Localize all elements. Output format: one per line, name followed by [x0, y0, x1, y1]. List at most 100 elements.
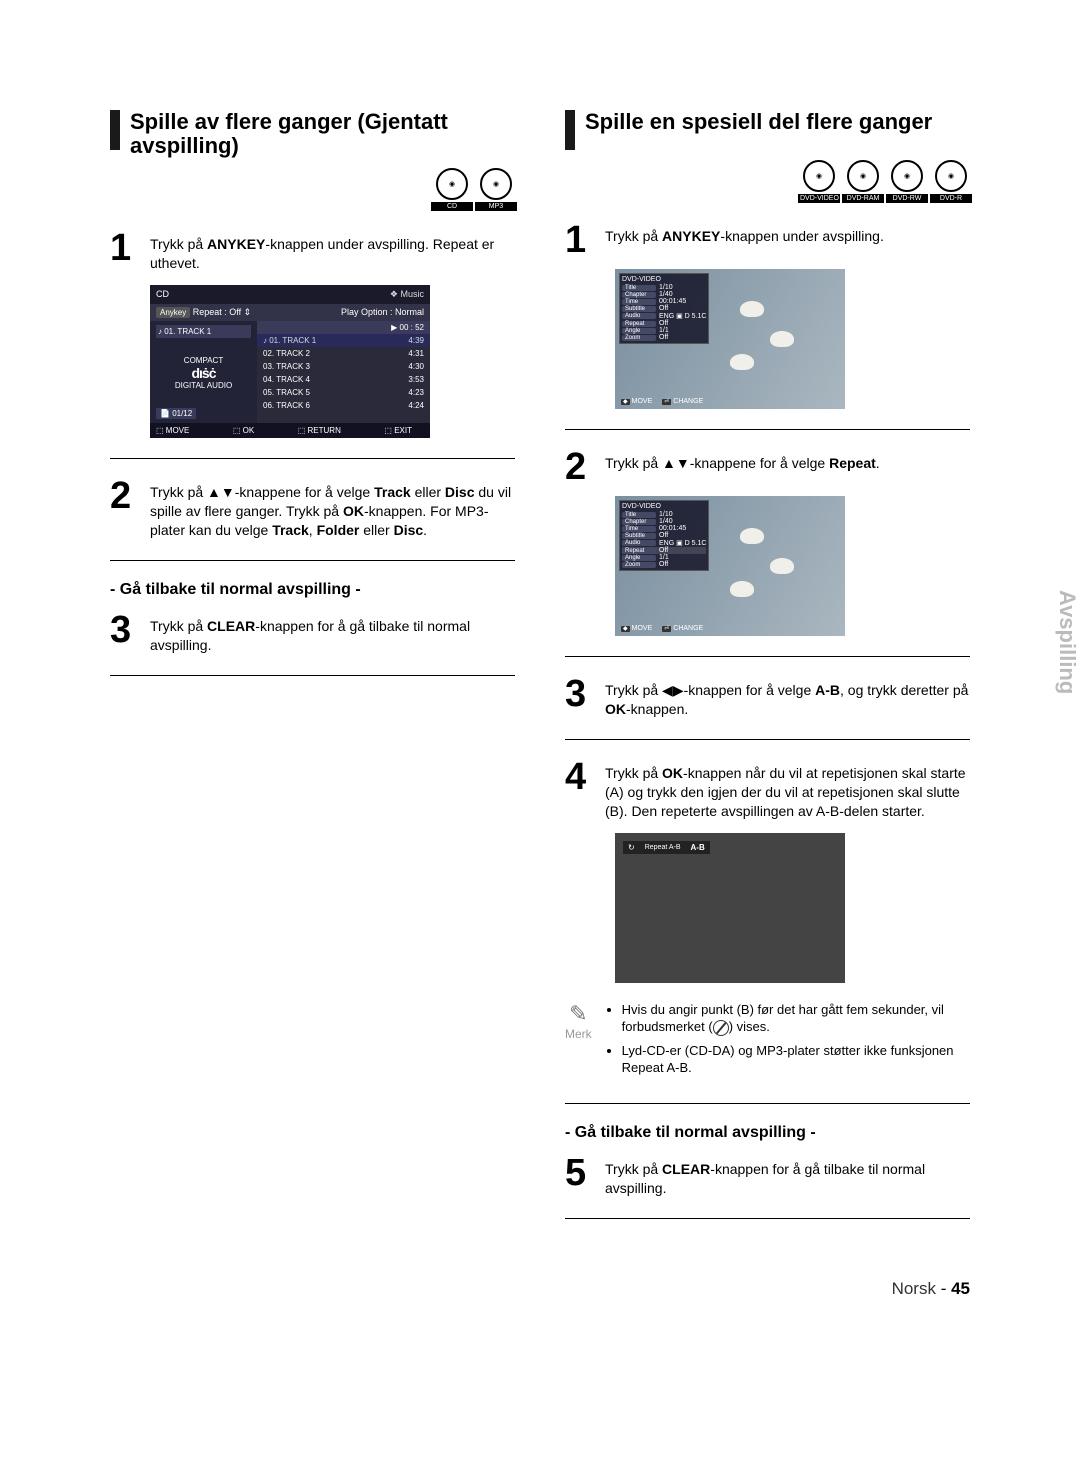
left-title-row: Spille av flere ganger (Gjentatt avspill…: [110, 110, 515, 158]
step-number: 5: [565, 1156, 595, 1198]
disc-badge: ◉ MP3: [477, 168, 515, 211]
step-number: 2: [565, 450, 595, 484]
osd-header-left: CD: [156, 289, 169, 300]
divider: [565, 1103, 970, 1104]
cd-logo-icon: COMPACTdıṡċDIGITAL AUDIO: [156, 356, 251, 390]
divider: [565, 1218, 970, 1219]
step-3: 3 Trykk på ◀▶-knappen for å velge A-B, o…: [565, 677, 970, 719]
step-number: 1: [565, 223, 595, 257]
disc-label: DVD-VIDEO: [798, 194, 840, 203]
disc-badge: ◉ DVD-VIDEO: [800, 160, 838, 203]
step-text: Trykk på ANYKEY-knappen under avspilling…: [605, 223, 884, 257]
track-count: 📄 01/12: [156, 408, 196, 419]
disc-label: DVD-RAM: [842, 194, 884, 203]
disc-icon: ◉: [480, 168, 512, 200]
section-mark-icon: [565, 110, 575, 150]
left-column: Spille av flere ganger (Gjentatt avspill…: [110, 110, 515, 1239]
subheading-return: - Gå tilbake til normal avspilling -: [110, 581, 515, 599]
repeat-label: Repeat : Off: [193, 307, 241, 317]
track-row: ♪ 01. TRACK 14:39: [257, 334, 430, 347]
repeat-ab-pill: ↻ Repeat A-B A-B: [623, 841, 710, 854]
disc-label: CD: [431, 202, 473, 211]
side-tab: Avspilling: [1042, 590, 1080, 760]
disc-icon: ◉: [803, 160, 835, 192]
note-block: ✎ Merk Hvis du angir punkt (B) før det h…: [565, 1001, 970, 1083]
left-title: Spille av flere ganger (Gjentatt avspill…: [130, 110, 515, 158]
bird-icon: [770, 558, 794, 574]
divider: [110, 675, 515, 676]
divider: [110, 458, 515, 459]
step-1: 1 Trykk på ANYKEY-knappen under avspilli…: [565, 223, 970, 257]
track-row: 06. TRACK 64:24: [257, 399, 430, 412]
info-panel-header: DVD-VIDEO: [622, 276, 706, 283]
bird-icon: [770, 331, 794, 347]
right-title: Spille en spesiell del flere ganger: [585, 110, 932, 134]
step-text: Trykk på ANYKEY-knappen under avspilling…: [150, 231, 515, 273]
divider: [565, 429, 970, 430]
disc-badge: ◉ DVD-R: [932, 160, 970, 203]
step-number: 1: [110, 231, 140, 273]
step-text: Trykk på ▲▼-knappene for å velge Repeat.: [605, 450, 880, 484]
osd-footer: ⬚ MOVE ⬚ OK ⬚ RETURN ⬚ EXIT: [150, 423, 430, 438]
dvd-osd-screenshot-2: DVD-VIDEO Title1/10 Chapter1/40 Time00:0…: [615, 496, 845, 636]
step-text: Trykk på OK-knappen når du vil at repeti…: [605, 760, 970, 821]
disc-label: MP3: [475, 202, 517, 211]
page-footer: Norsk - 45: [110, 1279, 970, 1299]
disc-badge: ◉ CD: [433, 168, 471, 211]
info-panel: DVD-VIDEO Title1/10 Chapter1/40 Time00:0…: [619, 273, 709, 344]
current-track: ♪ 01. TRACK 1: [156, 325, 251, 338]
step-number: 3: [565, 677, 595, 719]
step-4: 4 Trykk på OK-knappen når du vil at repe…: [565, 760, 970, 821]
step-1: 1 Trykk på ANYKEY-knappen under avspilli…: [110, 231, 515, 273]
note-label: Merk: [565, 1027, 592, 1041]
section-mark-icon: [110, 110, 120, 150]
step-text: Trykk på ◀▶-knappen for å velge A-B, og …: [605, 677, 970, 719]
divider: [565, 656, 970, 657]
step-2: 2 Trykk på ▲▼-knappene for å velge Repea…: [565, 450, 970, 484]
bird-icon: [730, 581, 754, 597]
track-row: 02. TRACK 24:31: [257, 347, 430, 360]
subheading-return: - Gå tilbake til normal avspilling -: [565, 1124, 970, 1142]
playoption-label: Play Option : Normal: [341, 307, 424, 318]
track-row: 05. TRACK 54:23: [257, 386, 430, 399]
track-row: 03. TRACK 34:30: [257, 360, 430, 373]
step-3: 3 Trykk på CLEAR-knappen for å gå tilbak…: [110, 613, 515, 655]
disc-label: DVD-RW: [886, 194, 928, 203]
side-tab-label: Avspilling: [1055, 590, 1080, 694]
repeat-ab-screenshot: ↻ Repeat A-B A-B: [615, 833, 845, 983]
step-number: 4: [565, 760, 595, 821]
disc-icon: ◉: [935, 160, 967, 192]
disc-label: DVD-R: [930, 194, 972, 203]
footer-language: Norsk: [892, 1279, 936, 1298]
right-title-row: Spille en spesiell del flere ganger: [565, 110, 970, 150]
dvd-osd-screenshot: DVD-VIDEO Title1/10 Chapter1/40 Time00:0…: [615, 269, 845, 409]
step-number: 2: [110, 479, 140, 540]
osd-footer: ◆MOVE ⏎CHANGE: [621, 625, 703, 632]
step-text: Trykk på CLEAR-knappen for å gå tilbake …: [150, 613, 515, 655]
step-text: Trykk på CLEAR-knappen for å gå tilbake …: [605, 1156, 970, 1198]
step-text: Trykk på ▲▼-knappene for å velge Track e…: [150, 479, 515, 540]
step-5: 5 Trykk på CLEAR-knappen for å gå tilbak…: [565, 1156, 970, 1198]
right-column: Spille en spesiell del flere ganger ◉DVD…: [565, 110, 970, 1239]
step-2: 2 Trykk på ▲▼-knappene for å velge Track…: [110, 479, 515, 540]
disc-icon: ◉: [891, 160, 923, 192]
footer-page: 45: [951, 1279, 970, 1298]
osd-header-right: ❖ Music: [390, 289, 424, 300]
forbidden-icon: [713, 1020, 729, 1036]
step-number: 3: [110, 613, 140, 655]
right-disc-badges: ◉ DVD-VIDEO ◉DVD-RAM ◉ DVD-RW ◉ DVD-R: [565, 160, 970, 203]
note-item: Lyd-CD-er (CD-DA) og MP3-plater støtter …: [622, 1042, 970, 1077]
cd-osd-screenshot: CD ❖ Music Anykey Repeat : Off ⇕ Play Op…: [150, 285, 430, 438]
disc-icon: ◉: [436, 168, 468, 200]
osd-footer: ◆MOVE ⏎CHANGE: [621, 398, 703, 405]
info-panel-header: DVD-VIDEO: [622, 503, 706, 510]
bird-icon: [740, 301, 764, 317]
note-icon: ✎ Merk: [565, 1001, 592, 1083]
info-panel: DVD-VIDEO Title1/10 Chapter1/40 Time00:0…: [619, 500, 709, 571]
bird-icon: [740, 528, 764, 544]
note-list: Hvis du angir punkt (B) før det har gått…: [606, 1001, 970, 1083]
disc-badge: ◉ DVD-RW: [888, 160, 926, 203]
disc-badge: ◉DVD-RAM: [844, 160, 882, 203]
bird-icon: [730, 354, 754, 370]
track-row: 04. TRACK 43:53: [257, 373, 430, 386]
